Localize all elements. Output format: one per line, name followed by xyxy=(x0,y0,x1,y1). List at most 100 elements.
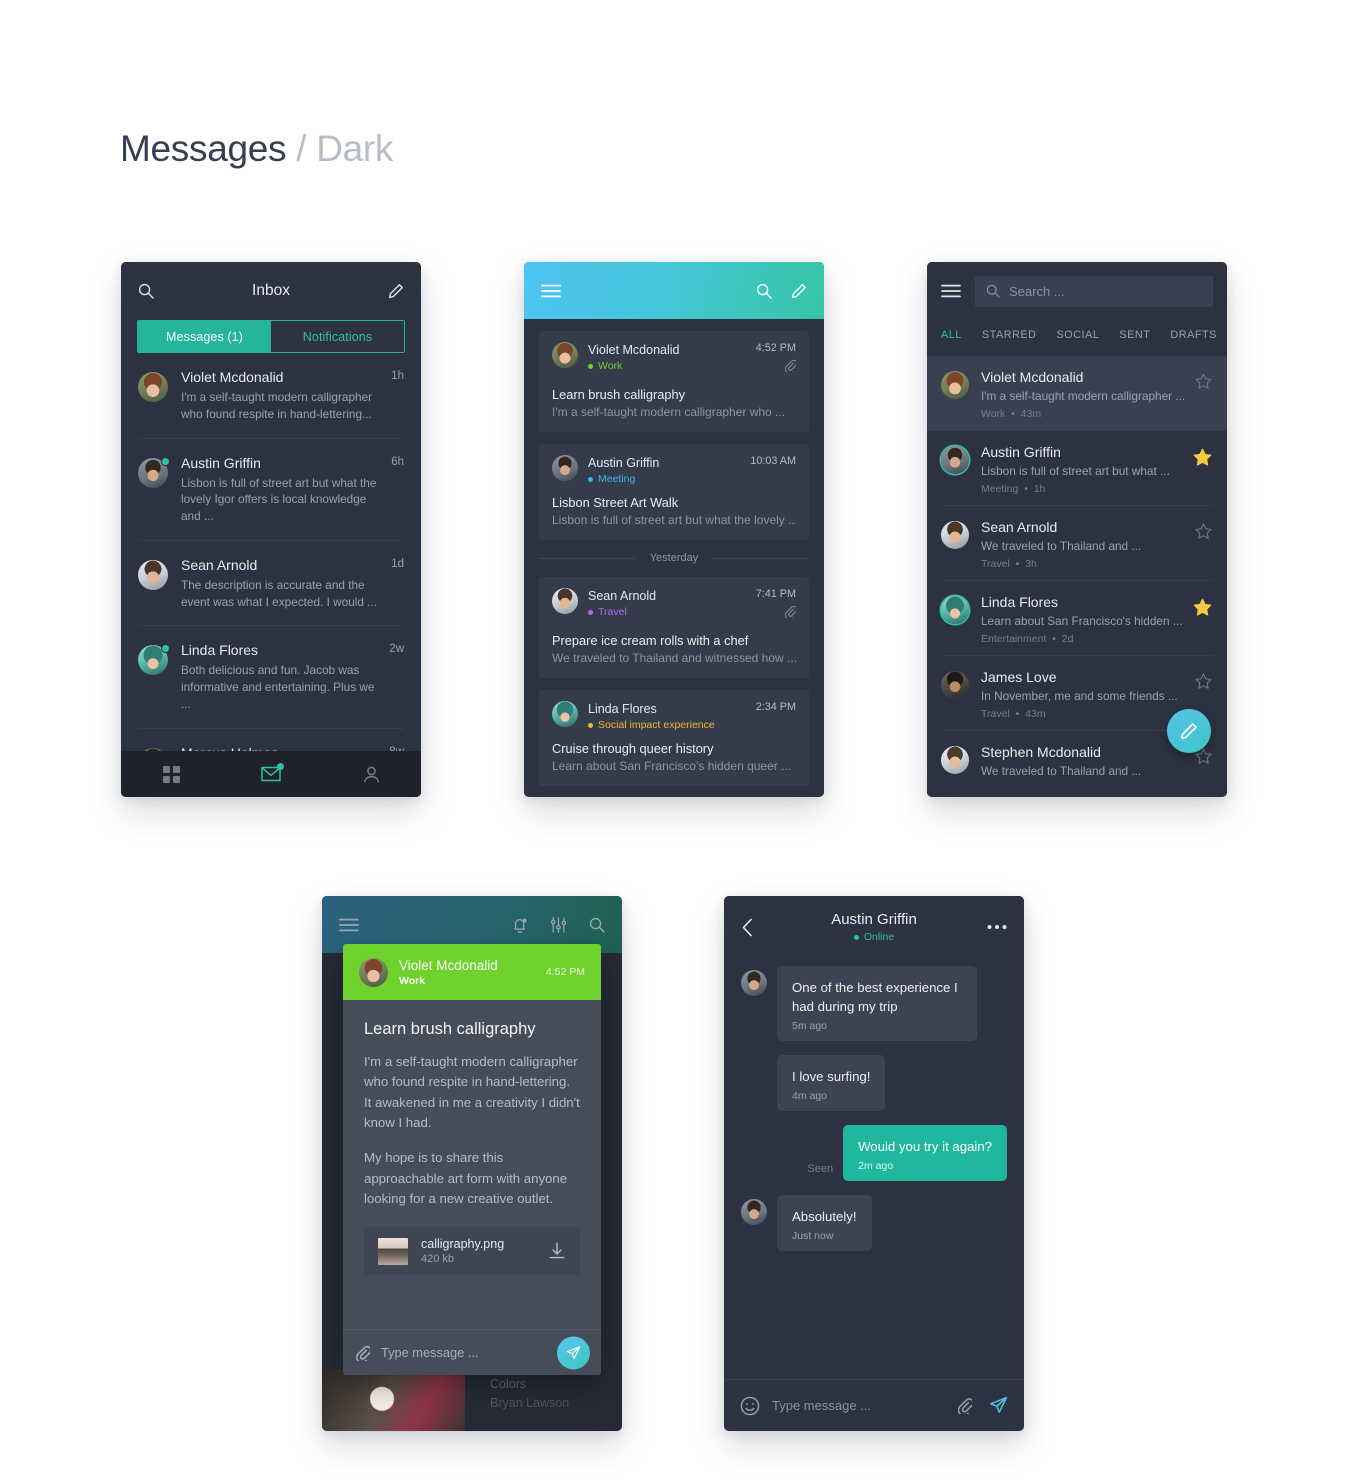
category-label: Travel xyxy=(981,558,1010,570)
grid-icon xyxy=(162,765,180,783)
list-item[interactable]: Linda Flores Both delicious and fun. Jac… xyxy=(138,626,404,729)
tab-sent[interactable]: SENT xyxy=(1119,329,1150,341)
hamburger-icon[interactable] xyxy=(339,918,359,932)
hamburger-icon[interactable] xyxy=(941,284,961,298)
sender-name: Sean Arnold xyxy=(981,519,1058,535)
star-icon[interactable] xyxy=(1192,597,1213,623)
subject: Lisbon Street Art Walk xyxy=(552,495,679,510)
paperclip-icon xyxy=(785,605,796,618)
feed-header xyxy=(524,262,824,319)
message-snippet: I'm a self-taught modern calligrapher wh… xyxy=(181,390,373,421)
list-item[interactable]: Austin Griffin Meeting 10:03 AM Lisbon S… xyxy=(539,444,809,540)
star-icon[interactable] xyxy=(1194,522,1213,546)
message-snippet: Lisbon is full of street art but what ..… xyxy=(981,464,1170,478)
paperclip-icon xyxy=(785,359,796,372)
star-icon[interactable] xyxy=(1192,447,1213,473)
message-snippet: I'm a self-taught modern calligrapher ..… xyxy=(981,389,1186,403)
list-item[interactable]: Sean Arnold Travel 7:41 PM Prepare ice c… xyxy=(539,577,809,678)
search-icon[interactable] xyxy=(138,283,154,299)
page-title-sub: Dark xyxy=(316,128,394,169)
message-bubble[interactable]: I love surfing! 4m ago xyxy=(777,1055,886,1111)
message-time: 4m ago xyxy=(792,1090,828,1102)
sender-name: Sean Arnold xyxy=(181,556,258,573)
nav-item-dashboard[interactable] xyxy=(141,751,201,797)
list-item[interactable]: Violet Mcdonalid I'm a self-taught moder… xyxy=(927,356,1227,431)
timestamp: 2w xyxy=(389,643,404,656)
category-tag: Work xyxy=(588,360,756,372)
phone-message-detail: Colors Bryan Lawson Violet Mcdonalid Wor… xyxy=(322,896,622,1431)
category-label: Work xyxy=(598,360,623,372)
page-title-separator: / xyxy=(296,128,307,169)
star-icon[interactable] xyxy=(1194,672,1213,696)
chat-message-outgoing: Seen Would you try it again? 2m ago xyxy=(741,1125,1007,1181)
paperclip-icon[interactable] xyxy=(356,1345,370,1361)
attachment-card[interactable]: calligraphy.png 420 kb xyxy=(364,1227,580,1276)
list-item[interactable]: Marcus Holmes We had so much fun and lov… xyxy=(138,729,404,751)
attachment-size: 420 kb xyxy=(421,1253,455,1266)
star-icon[interactable] xyxy=(1194,372,1213,396)
chat-compose-placeholder[interactable]: Type message ... xyxy=(772,1398,958,1413)
message-sheet: Violet Mcdonalid Work 4:52 PM Learn brus… xyxy=(343,944,601,1375)
list-item[interactable]: Linda Flores Learn about San Francisco's… xyxy=(927,581,1227,656)
avatar xyxy=(941,371,969,399)
list-item[interactable]: Austin Griffin Lisbon is full of street … xyxy=(927,431,1227,506)
chevron-left-icon[interactable] xyxy=(741,918,754,937)
sender-name: Violet Mcdonalid xyxy=(981,369,1084,385)
sliders-icon[interactable] xyxy=(550,916,567,933)
avatar xyxy=(552,342,578,368)
list-item[interactable]: Sean Arnold The description is accurate … xyxy=(138,541,404,627)
preview: I'm a self-taught modern calligrapher wh… xyxy=(552,405,786,419)
chat-header: Austin Griffin Online xyxy=(724,896,1024,958)
category-label: Work xyxy=(981,408,1006,420)
send-icon xyxy=(566,1345,581,1360)
message-text: Would you try it again? xyxy=(858,1139,992,1154)
sender-name: Violet Mcdonalid xyxy=(181,369,284,385)
message-text: One of the best experience I had during … xyxy=(792,980,958,1014)
list-item[interactable]: Sean Arnold We traveled to Thailand and … xyxy=(927,506,1227,581)
pencil-icon[interactable] xyxy=(791,283,807,299)
status-label: Online xyxy=(863,931,895,943)
message-bubble[interactable]: One of the best experience I had during … xyxy=(777,966,977,1041)
message-snippet: Learn about San Francisco's hidden ... xyxy=(981,614,1183,628)
tab-messages[interactable]: Messages (1) xyxy=(138,321,271,352)
message-bubble[interactable]: Absolutely! Just now xyxy=(777,1195,872,1251)
hamburger-icon[interactable] xyxy=(541,284,561,298)
tab-social[interactable]: SOCIAL xyxy=(1057,329,1100,341)
nav-item-profile[interactable] xyxy=(341,751,401,797)
date-divider-label: Yesterday xyxy=(649,552,699,564)
compose-fab[interactable] xyxy=(1167,709,1211,753)
list-item[interactable]: Violet Mcdonalid I'm a self-taught moder… xyxy=(138,353,404,439)
message-text: Absolutely! xyxy=(792,1209,857,1224)
ellipsis-icon[interactable] xyxy=(987,924,1007,930)
list-item[interactable]: Austin Griffin Lisbon is full of street … xyxy=(138,439,404,541)
compose-placeholder[interactable]: Type message ... xyxy=(381,1345,478,1360)
search-input[interactable]: Search ... xyxy=(975,275,1213,307)
person-icon xyxy=(363,766,380,783)
send-button[interactable] xyxy=(557,1336,590,1369)
tab-all[interactable]: ALL xyxy=(941,329,962,341)
avatar xyxy=(552,701,578,727)
timestamp: 2d xyxy=(1061,633,1074,645)
send-icon[interactable] xyxy=(989,1396,1008,1415)
list-item[interactable]: Linda Flores Social impact experience 2:… xyxy=(539,690,809,786)
search-placeholder: Search ... xyxy=(1009,283,1065,299)
paperclip-icon[interactable] xyxy=(958,1397,972,1414)
message-paragraph: I'm a self-taught modern calligrapher wh… xyxy=(364,1054,580,1130)
inbox-tabs[interactable]: Messages (1) Notifications xyxy=(137,320,405,353)
search-icon[interactable] xyxy=(589,917,605,933)
search-icon[interactable] xyxy=(756,283,772,299)
tab-drafts[interactable]: DRAFTS xyxy=(1170,329,1217,341)
smiley-icon[interactable] xyxy=(740,1396,760,1416)
search-header: Search ... xyxy=(927,262,1227,320)
bell-icon[interactable] xyxy=(512,917,528,933)
tab-starred[interactable]: STARRED xyxy=(982,329,1037,341)
pencil-icon[interactable] xyxy=(388,283,404,299)
message-bubble[interactable]: Would you try it again? 2m ago xyxy=(843,1125,1007,1181)
download-icon[interactable] xyxy=(548,1242,566,1260)
background-card-title: Colors xyxy=(490,1377,527,1391)
message-time: 2m ago xyxy=(858,1160,894,1172)
tab-notifications[interactable]: Notifications xyxy=(271,321,404,352)
nav-item-messages[interactable] xyxy=(241,751,301,797)
list-item[interactable]: Violet Mcdonalid Work 4:52 PM Learn brus… xyxy=(539,331,809,432)
preview: Lisbon is full of street art but what th… xyxy=(552,513,796,527)
